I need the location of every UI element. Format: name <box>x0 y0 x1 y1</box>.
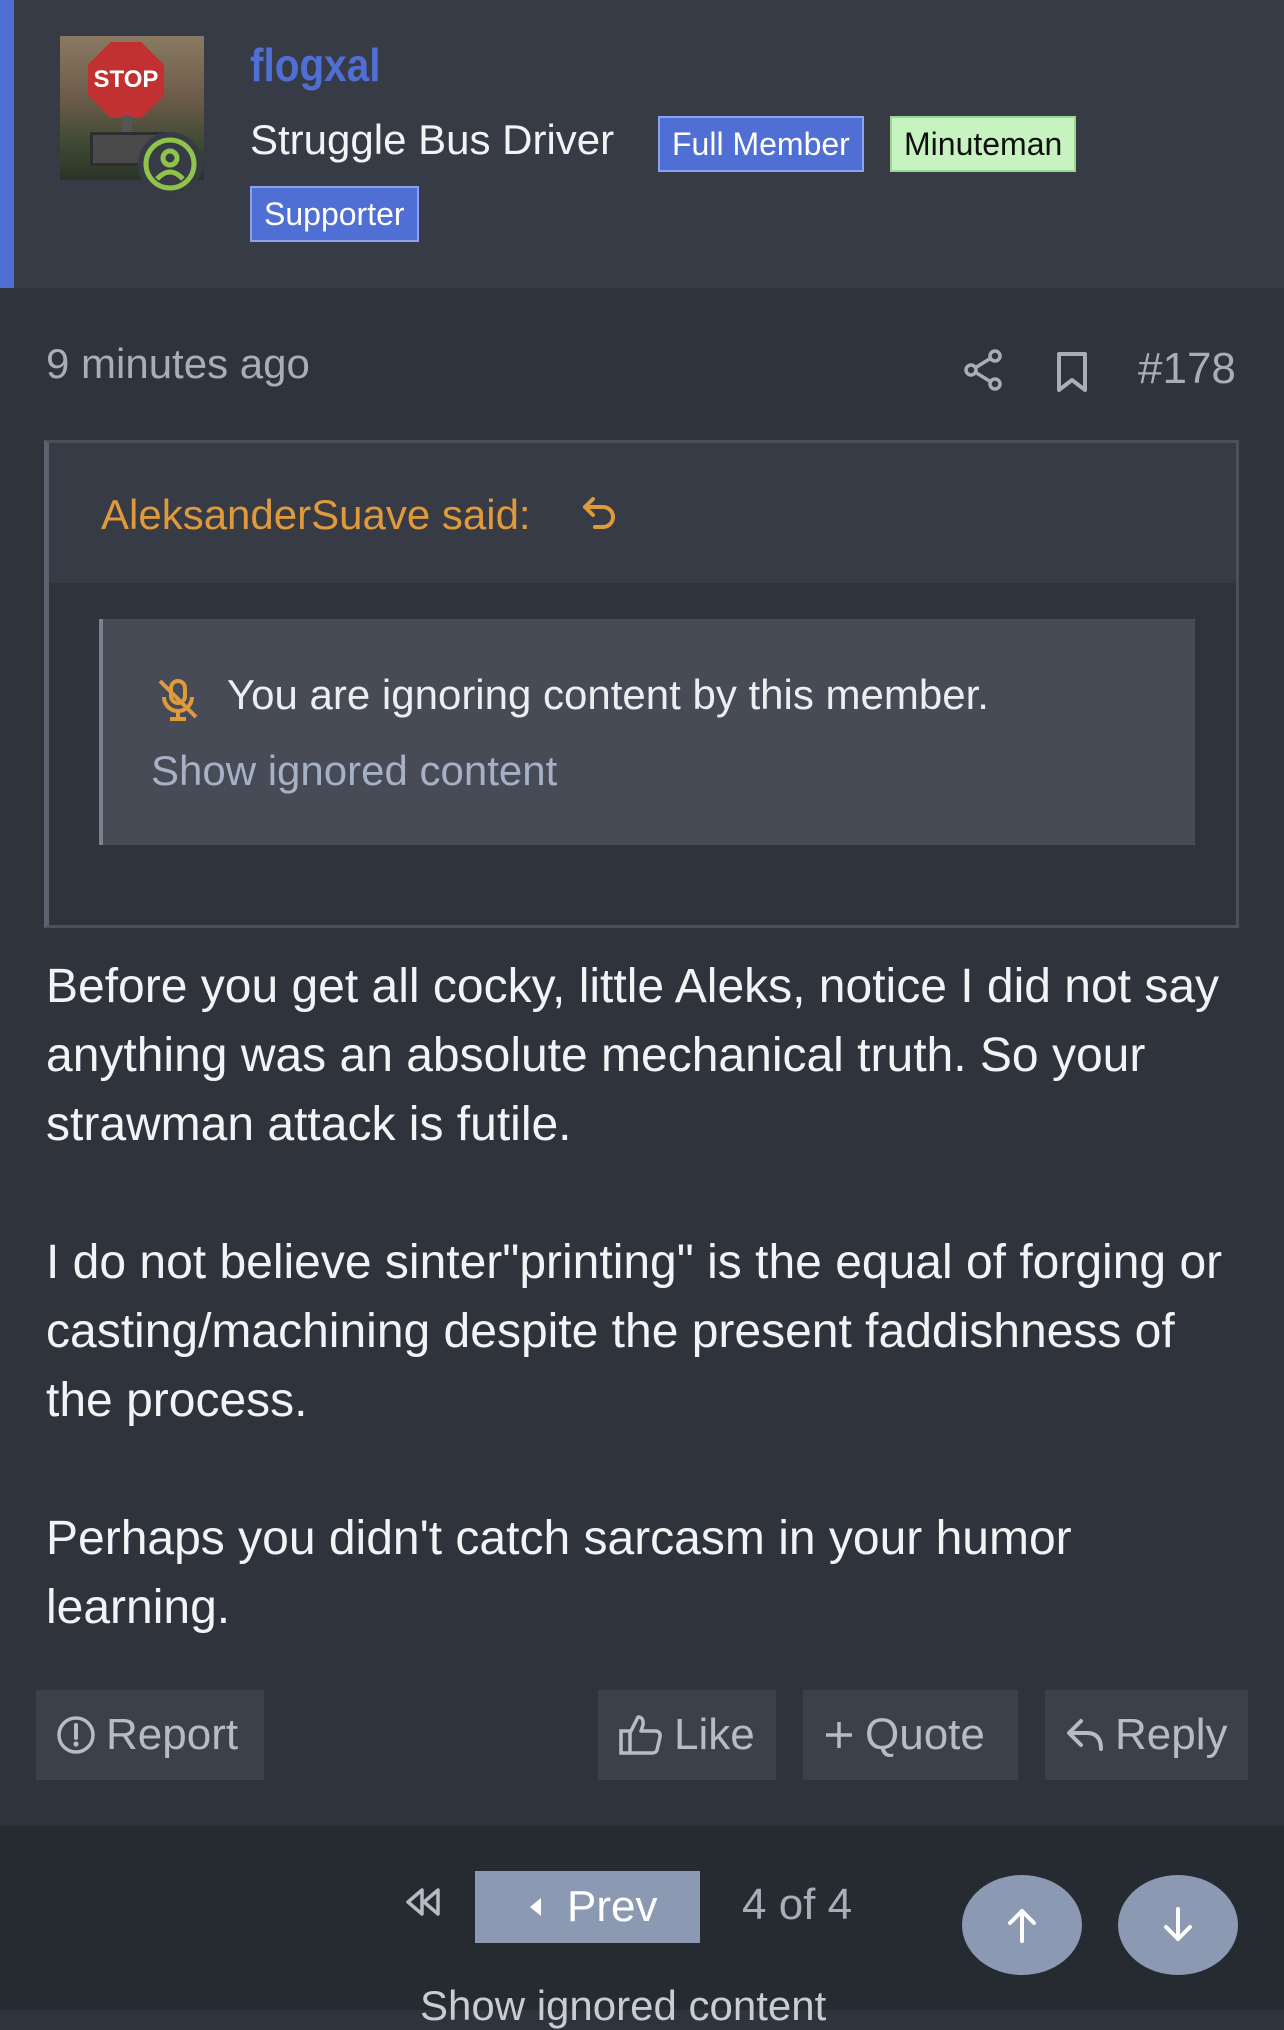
quote-label: Quote <box>865 1710 985 1759</box>
page-indicator[interactable]: 4 of 4 <box>742 1880 852 1930</box>
banner-supporter: Supporter <box>250 186 419 242</box>
double-chevron-left-icon[interactable] <box>400 1884 444 1920</box>
show-ignored-content-link-footer[interactable]: Show ignored content <box>420 1982 826 2030</box>
ignored-message: You are ignoring content by this member. <box>227 671 989 718</box>
quote-button[interactable]: Quote <box>803 1690 1018 1780</box>
avatar-stop-text: STOP <box>93 66 159 93</box>
post-timestamp[interactable]: 9 minutes ago <box>46 340 310 388</box>
quote-header: AleksanderSuave said: <box>49 443 1236 583</box>
bookmark-icon[interactable] <box>1054 350 1090 394</box>
show-ignored-content-link[interactable]: Show ignored content <box>151 747 557 795</box>
scroll-to-top-button[interactable] <box>962 1875 1082 1975</box>
banner-minuteman: Minuteman <box>890 116 1077 172</box>
username-link[interactable]: flogxal <box>250 38 380 92</box>
caret-left-icon <box>530 1898 541 1916</box>
report-label: Report <box>106 1710 239 1759</box>
like-label: Like <box>674 1710 755 1759</box>
plus-icon <box>826 1722 852 1748</box>
banner-full-member: Full Member <box>658 116 864 172</box>
scroll-to-bottom-button[interactable] <box>1118 1875 1238 1975</box>
online-status-badge <box>138 132 202 196</box>
like-button[interactable]: Like <box>598 1690 776 1780</box>
prev-label: Prev <box>567 1882 658 1931</box>
quote-author-link[interactable]: AleksanderSuave said: <box>101 491 531 539</box>
reply-arrow-icon <box>1067 1719 1103 1751</box>
user-circle-icon <box>143 137 197 191</box>
arrow-up-icon <box>1008 1909 1036 1943</box>
post-paragraph: Perhaps you didn't catch sarcasm in your… <box>46 1512 1072 1634</box>
report-button[interactable]: Report <box>36 1690 264 1780</box>
unread-accent-bar <box>0 0 14 288</box>
ignored-content-notice: You are ignoring content by this member.… <box>99 619 1195 845</box>
post-body: Before you get all cocky, little Aleks, … <box>46 952 1246 1642</box>
avatar-stop-sign: STOP <box>88 42 164 118</box>
prev-page-button[interactable]: Prev <box>475 1871 700 1943</box>
post-number-link[interactable]: #178 <box>1138 344 1236 394</box>
post-paragraph: I do not believe sinter"printing" is the… <box>46 1236 1223 1427</box>
post-paragraph: Before you get all cocky, little Aleks, … <box>46 960 1220 1151</box>
user-title: Struggle Bus Driver <box>250 116 615 163</box>
exclamation-circle-icon <box>57 1716 95 1754</box>
post-user-header: STOP flogxal Struggle Bus Driver Full Me… <box>0 0 1284 288</box>
quote-block: AleksanderSuave said: You are ignoring c… <box>44 440 1239 928</box>
arrow-down-icon <box>1164 1907 1192 1941</box>
share-icon[interactable] <box>962 348 1006 392</box>
thumbs-up-icon <box>619 1715 662 1755</box>
reply-label: Reply <box>1115 1710 1228 1759</box>
jump-to-quote-icon[interactable] <box>579 493 619 533</box>
microphone-slash-icon <box>158 679 198 721</box>
reply-button[interactable]: Reply <box>1045 1690 1248 1780</box>
